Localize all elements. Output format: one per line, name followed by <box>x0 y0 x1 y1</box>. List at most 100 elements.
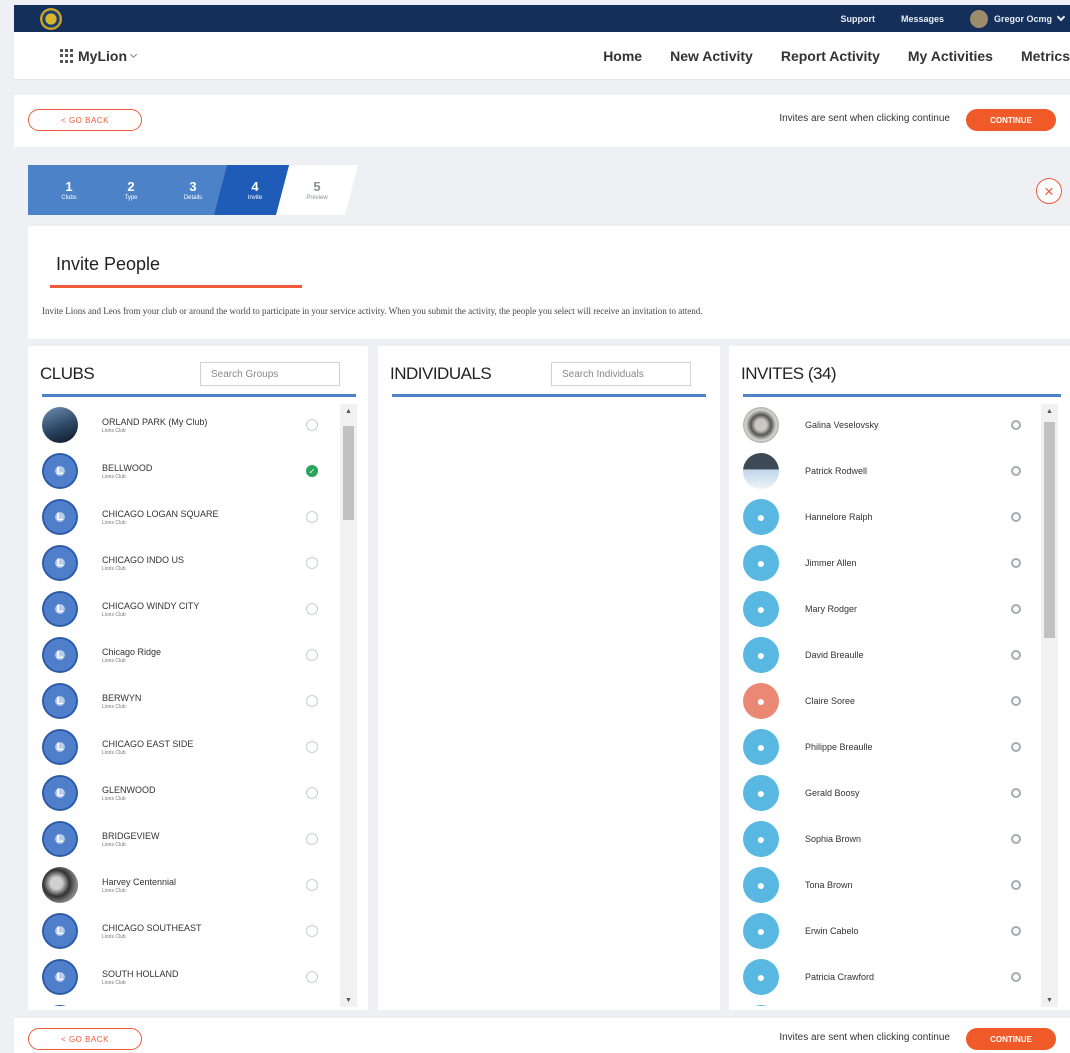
club-row[interactable]: L BELLWOOD Lions Club ✓ <box>38 448 338 494</box>
invite-row[interactable]: ● David Breaulle <box>739 632 1039 678</box>
user-menu[interactable]: Gregor Ocmg <box>969 9 1066 28</box>
select-radio[interactable] <box>306 879 318 891</box>
clubs-title: CLUBS <box>40 364 95 383</box>
check-icon[interactable]: ✓ <box>306 465 318 477</box>
support-link[interactable]: Support <box>840 14 875 24</box>
select-radio[interactable] <box>306 603 318 615</box>
clubs-scrollbar[interactable]: ▲ ▼ <box>340 404 357 1007</box>
invite-row[interactable]: ● Philippe Breaulle <box>739 724 1039 770</box>
scroll-down-icon[interactable]: ▼ <box>1041 993 1058 1007</box>
lions-club-icon: L <box>42 775 78 811</box>
club-name: Harvey Centennial <box>102 877 177 887</box>
continue-button[interactable]: CONTINUE <box>966 109 1056 131</box>
lions-club-icon: L <box>42 1005 78 1006</box>
club-row[interactable]: L GLENWOOD Lions Club <box>38 770 338 816</box>
go-back-button[interactable]: < GO BACK <box>28 1028 142 1050</box>
club-name: Chicago Ridge <box>102 647 162 657</box>
invite-row[interactable]: ● Mary Rodger <box>739 586 1039 632</box>
select-radio[interactable] <box>306 419 318 431</box>
search-individuals-input[interactable]: Search Individuals <box>551 362 691 386</box>
step-number: 4 <box>251 178 259 194</box>
scroll-thumb[interactable] <box>343 426 354 520</box>
go-back-button[interactable]: < GO BACK <box>28 109 142 131</box>
invite-row[interactable]: ● Claire Soree <box>739 678 1039 724</box>
club-row[interactable]: L <box>38 1000 338 1006</box>
nav-metrics[interactable]: Metrics <box>1021 48 1070 64</box>
remove-icon[interactable] <box>1011 512 1021 522</box>
select-radio[interactable] <box>306 511 318 523</box>
invite-row[interactable]: ● Patricia Crawford <box>739 954 1039 1000</box>
select-radio[interactable] <box>306 557 318 569</box>
remove-icon[interactable] <box>1011 604 1021 614</box>
lions-club-icon: L <box>42 637 78 673</box>
remove-icon[interactable] <box>1011 880 1021 890</box>
club-row[interactable]: L CHICAGO INDO US Lions Club <box>38 540 338 586</box>
select-radio[interactable] <box>306 971 318 983</box>
remove-icon[interactable] <box>1011 650 1021 660</box>
scroll-up-icon[interactable]: ▲ <box>1041 404 1058 418</box>
lions-logo-icon[interactable] <box>40 8 62 30</box>
step-label: Type <box>124 194 138 201</box>
scroll-up-icon[interactable]: ▲ <box>340 404 357 418</box>
club-row[interactable]: L Chicago Ridge Lions Club <box>38 632 338 678</box>
nav-report-activity[interactable]: Report Activity <box>781 48 880 64</box>
app-switcher[interactable]: MyLion <box>60 48 138 64</box>
select-radio[interactable] <box>306 649 318 661</box>
scroll-down-icon[interactable]: ▼ <box>340 993 357 1007</box>
remove-icon[interactable] <box>1011 788 1021 798</box>
lions-emblem-icon: L <box>56 741 64 753</box>
invite-row[interactable]: ● Hannelore Ralph <box>739 494 1039 540</box>
invite-row[interactable]: Galina Veselovsky <box>739 402 1039 448</box>
club-name: GLENWOOD <box>102 785 156 795</box>
person-icon: ● <box>743 821 779 857</box>
invite-row[interactable]: ● Tona Brown <box>739 862 1039 908</box>
nav-home[interactable]: Home <box>603 48 642 64</box>
nav-new-activity[interactable]: New Activity <box>670 48 753 64</box>
remove-icon[interactable] <box>1011 420 1021 430</box>
select-radio[interactable] <box>306 787 318 799</box>
invite-row[interactable]: ● Jimmer Allen <box>739 540 1039 586</box>
invite-row[interactable]: ● <box>739 1000 1039 1006</box>
continue-button[interactable]: CONTINUE <box>966 1028 1056 1050</box>
invite-row[interactable]: ● Sophia Brown <box>739 816 1039 862</box>
club-row[interactable]: L CHICAGO WINDY CITY Lions Club <box>38 586 338 632</box>
remove-icon[interactable] <box>1011 742 1021 752</box>
person-silhouette-icon: ● <box>756 509 766 525</box>
select-radio[interactable] <box>306 925 318 937</box>
remove-icon[interactable] <box>1011 558 1021 568</box>
lions-emblem-icon: L <box>56 511 64 523</box>
club-row[interactable]: ORLAND PARK (My Club) Lions Club <box>38 402 338 448</box>
club-row[interactable]: L CHICAGO LOGAN SQUARE Lions Club <box>38 494 338 540</box>
invite-row[interactable]: ● Gerald Boosy <box>739 770 1039 816</box>
individuals-title: INDIVIDUALS <box>390 364 492 383</box>
invitee-name: Philippe Breaulle <box>805 742 873 752</box>
close-icon[interactable]: × <box>1036 178 1062 204</box>
step-preview[interactable]: 5 Preview <box>276 165 358 215</box>
select-radio[interactable] <box>306 741 318 753</box>
club-row[interactable]: L BERWYN Lions Club <box>38 678 338 724</box>
club-row[interactable]: L SOUTH HOLLAND Lions Club <box>38 954 338 1000</box>
remove-icon[interactable] <box>1011 972 1021 982</box>
remove-icon[interactable] <box>1011 926 1021 936</box>
search-groups-input[interactable]: Search Groups <box>200 362 340 386</box>
invites-scrollbar[interactable]: ▲ ▼ <box>1041 404 1058 1007</box>
club-type: Lions Club <box>102 520 126 526</box>
remove-icon[interactable] <box>1011 466 1021 476</box>
select-radio[interactable] <box>306 833 318 845</box>
invitee-name: Patricia Crawford <box>805 972 875 982</box>
remove-icon[interactable] <box>1011 696 1021 706</box>
lions-emblem-icon: L <box>56 833 64 845</box>
lions-club-icon: L <box>42 959 78 995</box>
club-row[interactable]: L BRIDGEVIEW Lions Club <box>38 816 338 862</box>
club-row[interactable]: Harvey Centennial Lions Club <box>38 862 338 908</box>
remove-icon[interactable] <box>1011 834 1021 844</box>
messages-link[interactable]: Messages <box>901 14 944 24</box>
invite-row[interactable]: ● Erwin Cabelo <box>739 908 1039 954</box>
nav-my-activities[interactable]: My Activities <box>908 48 993 64</box>
select-radio[interactable] <box>306 695 318 707</box>
scroll-thumb[interactable] <box>1044 422 1055 638</box>
club-row[interactable]: L CHICAGO SOUTHEAST Lions Club <box>38 908 338 954</box>
club-row[interactable]: L CHICAGO EAST SIDE Lions Club <box>38 724 338 770</box>
action-bar-bottom: < GO BACK Invites are sent when clicking… <box>14 1018 1070 1053</box>
invite-row[interactable]: Patrick Rodwell <box>739 448 1039 494</box>
